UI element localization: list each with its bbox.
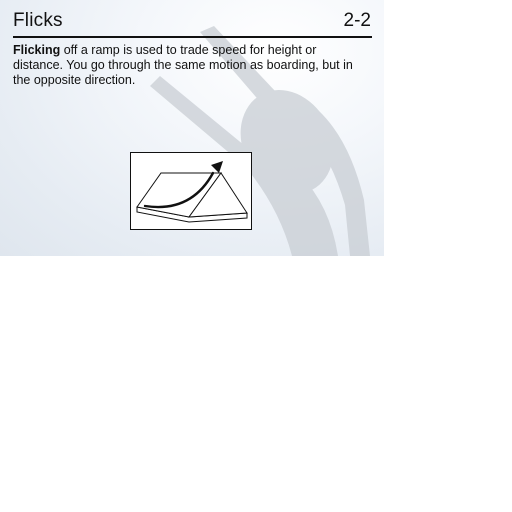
description-text: off a ramp is used to trade speed for he…: [13, 43, 353, 87]
page-title: Flicks: [13, 10, 63, 31]
description-paragraph: Flicking off a ramp is used to trade spe…: [13, 43, 353, 88]
ramp-flick-diagram: [130, 152, 252, 230]
ramp-icon: [136, 161, 248, 223]
page-number: 2-2: [343, 10, 371, 31]
card-header: Flicks 2-2: [13, 8, 372, 38]
emphasis-term: Flicking: [13, 43, 61, 57]
tutorial-card: Flicks 2-2 Flicking off a ramp is used t…: [0, 0, 384, 256]
arrowhead-icon: [211, 161, 223, 173]
